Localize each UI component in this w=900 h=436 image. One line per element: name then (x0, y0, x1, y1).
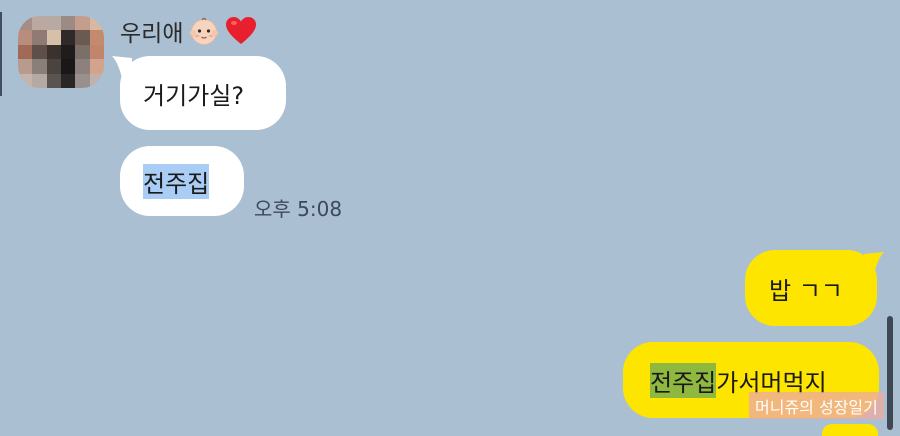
message-text-selected: 전주집 (143, 163, 210, 199)
red-heart-icon (225, 16, 257, 46)
avatar-pixel (32, 59, 47, 74)
avatar-pixel (18, 59, 33, 74)
avatar[interactable] (18, 16, 104, 88)
avatar-pixel (89, 59, 104, 74)
baby-face-icon (189, 16, 219, 46)
incoming-message[interactable]: 거기가실? (120, 56, 286, 130)
avatar-pixel (89, 16, 104, 31)
message-text: 거기가실? (143, 81, 245, 110)
avatar-pixel (18, 44, 33, 60)
next-outgoing-message-edge (822, 424, 878, 436)
avatar-pixel (89, 73, 104, 88)
avatar-pixel (32, 44, 47, 60)
scrollbar[interactable] (887, 316, 893, 430)
avatar-pixel (46, 73, 61, 88)
avatar-pixel (75, 59, 90, 74)
avatar-pixel (75, 73, 90, 88)
avatar-pixel (89, 44, 104, 60)
incoming-message[interactable]: 전주집 (120, 146, 244, 216)
message-timestamp: 오후 5:08 (254, 197, 343, 221)
chat-room: 우리애 거기가실? 전주집 오후 5:08 밥 ㄱㄱ 전주집 가서머먹지 머니쥬… (0, 0, 900, 436)
avatar-pixel (32, 30, 47, 45)
outgoing-message[interactable]: 밥 ㄱㄱ (745, 250, 877, 326)
avatar-pixel (46, 16, 61, 31)
avatar-pixel (75, 44, 90, 60)
avatar-pixel (75, 16, 90, 31)
sender-name: 우리애 (120, 14, 257, 48)
avatar-pixel (46, 59, 61, 74)
avatar-pixel (60, 59, 76, 74)
message-text-selected: 전주집 (650, 362, 717, 398)
avatar-pixel (32, 73, 47, 88)
avatar-pixel (89, 30, 104, 45)
avatar-pixel (18, 73, 33, 88)
avatar-pixel (46, 44, 61, 60)
window-edge (0, 12, 2, 96)
avatar-pixel (60, 16, 76, 31)
avatar-pixel (75, 30, 90, 45)
message-text: 밥 ㄱㄱ (769, 276, 843, 305)
avatar-pixel (18, 30, 33, 45)
avatar-pixel (18, 16, 33, 31)
avatar-pixel (32, 16, 47, 31)
watermark: 머니쥬의 성장일기 (749, 392, 884, 419)
sender-name-text: 우리애 (120, 21, 184, 47)
avatar-pixel (60, 30, 76, 45)
avatar-pixel (60, 73, 76, 88)
avatar-pixel (60, 44, 76, 60)
avatar-pixel (46, 30, 61, 45)
